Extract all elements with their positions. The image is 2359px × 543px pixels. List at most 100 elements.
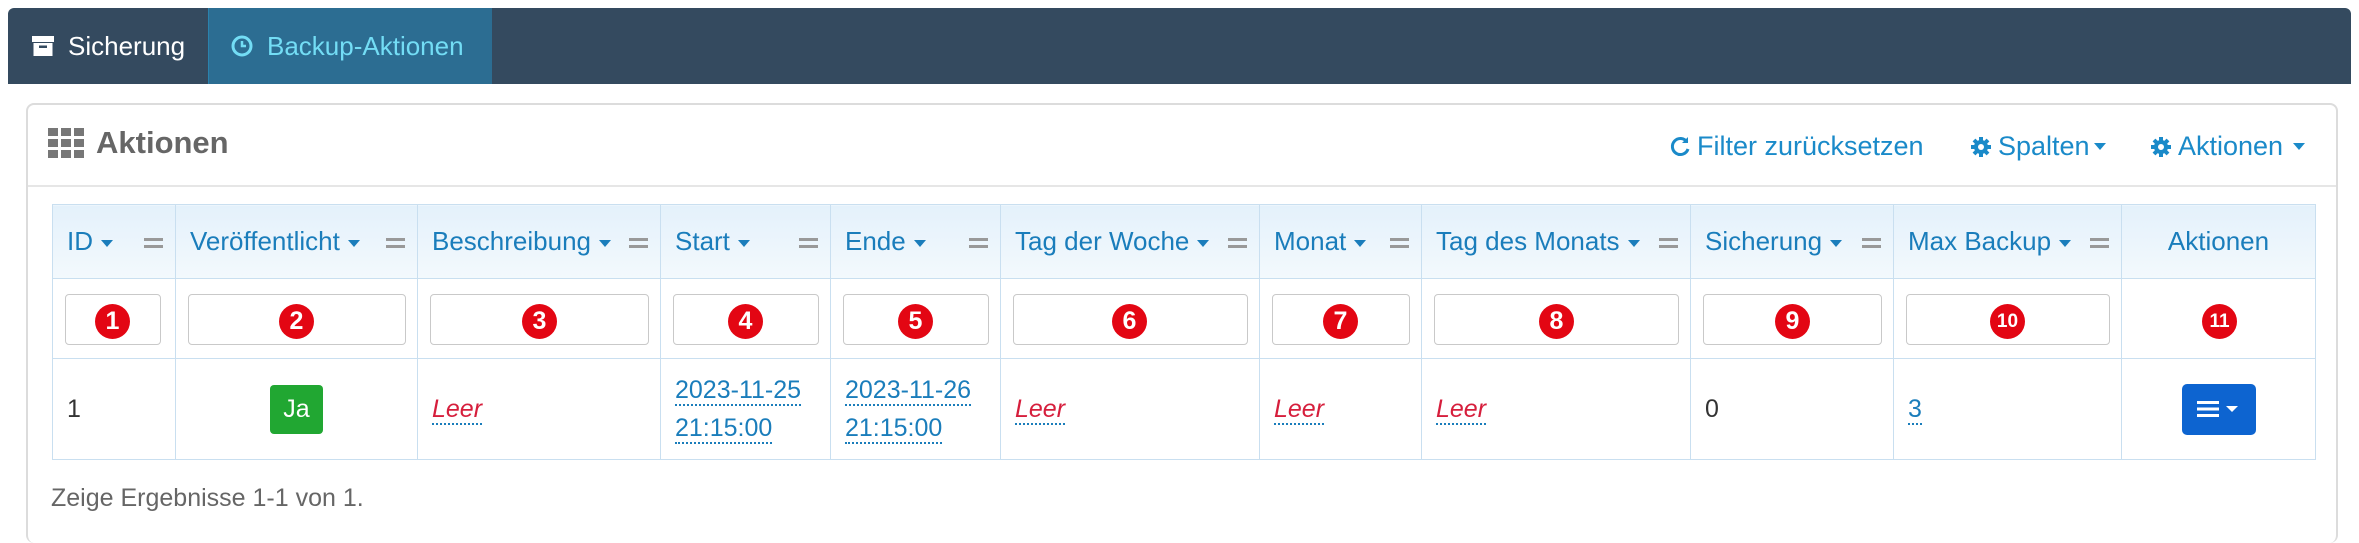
cell-max-backup: 3 [1893, 358, 2122, 460]
cell-month: Leer [1259, 358, 1422, 460]
column-header-max-backup[interactable]: Max Backup [1893, 204, 2122, 279]
filter-cell: 9 [1690, 278, 1894, 359]
editable-day-of-month[interactable]: Leer [1436, 394, 1487, 425]
drag-handle-icon[interactable] [969, 238, 988, 248]
drag-handle-icon[interactable] [2090, 238, 2109, 248]
filter-cell: 4 [660, 278, 831, 359]
column-header-id[interactable]: ID [52, 204, 176, 279]
filter-badge: 9 [1775, 304, 1810, 339]
tab-label: Backup-Aktionen [267, 30, 464, 61]
sort-caret-icon [599, 239, 611, 247]
table-row: 1 Ja Leer 2023-11-25 21:15:00 2023-11-26 2… [52, 358, 2316, 460]
filter-cell: 11 [2121, 278, 2316, 359]
column-header-start[interactable]: Start [660, 204, 831, 279]
header-row: ID Veröffentlicht Beschreibung Start End… [52, 204, 2316, 279]
editable-start-date[interactable]: 2023-11-25 [675, 376, 802, 406]
cell-id: 1 [52, 358, 176, 460]
editable-weekday[interactable]: Leer [1015, 394, 1066, 425]
reset-filter-button[interactable]: Filter zurücksetzen [1669, 131, 1924, 162]
grid-icon [48, 128, 84, 158]
column-header-description[interactable]: Beschreibung [417, 204, 661, 279]
editable-start-time[interactable]: 21:15:00 [675, 414, 773, 444]
drag-handle-icon[interactable] [1659, 238, 1678, 248]
filter-cell: 7 [1259, 278, 1422, 359]
actions-table: ID Veröffentlicht Beschreibung Start End… [52, 204, 2316, 460]
row-actions-button[interactable] [2181, 383, 2256, 435]
editable-end-time[interactable]: 21:15:00 [845, 414, 943, 444]
filter-badge: 3 [522, 304, 557, 339]
chevron-down-icon [2226, 406, 2238, 412]
column-header-actions: Aktionen [2121, 204, 2316, 279]
drag-handle-icon[interactable] [1228, 238, 1247, 248]
filter-cell: 6 [1000, 278, 1260, 359]
drag-handle-icon[interactable] [629, 238, 648, 248]
drag-handle-icon[interactable] [1862, 238, 1881, 248]
drag-handle-icon[interactable] [799, 238, 818, 248]
drag-handle-icon[interactable] [144, 238, 163, 248]
column-header-end[interactable]: Ende [830, 204, 1001, 279]
column-header-month[interactable]: Monat [1259, 204, 1422, 279]
drag-handle-icon[interactable] [386, 238, 405, 248]
filter-row: 1 2 3 4 5 6 7 8 9 10 11 [52, 278, 2316, 359]
filter-cell: 3 [417, 278, 661, 359]
filter-badge: 10 [1990, 304, 2025, 339]
menu-icon [2197, 401, 2219, 417]
filter-badge: 2 [279, 304, 314, 339]
reset-filter-label: Filter zurücksetzen [1697, 131, 1924, 161]
cell-actions [2121, 358, 2316, 460]
sort-caret-icon [2059, 239, 2072, 247]
cell-backup: 0 [1690, 358, 1894, 460]
filter-badge: 7 [1323, 304, 1358, 339]
filter-cell: 10 [1893, 278, 2122, 359]
tab-sicherung[interactable]: Sicherung [32, 8, 208, 84]
results-summary: Zeige Ergebnisse 1-1 von 1. [51, 484, 364, 512]
filter-badge: 1 [95, 304, 130, 339]
top-navigation: Sicherung Backup-Aktionen [8, 8, 2351, 84]
sort-caret-icon [101, 239, 113, 247]
cell-description: Leer [417, 358, 661, 460]
sort-caret-icon [1197, 239, 1210, 247]
chevron-down-icon [2093, 143, 2106, 150]
chevron-down-icon [2293, 143, 2306, 150]
filter-cell: 8 [1421, 278, 1691, 359]
gear-icon [2151, 136, 2171, 157]
editable-month[interactable]: Leer [1274, 394, 1325, 425]
cell-published: Ja [175, 358, 418, 460]
editable-end-date[interactable]: 2023-11-26 [845, 376, 972, 406]
drag-handle-icon[interactable] [1390, 238, 1409, 248]
column-header-weekday[interactable]: Tag der Woche [1000, 204, 1260, 279]
sort-caret-icon [347, 239, 360, 247]
actions-menu-button[interactable]: Aktionen [2150, 131, 2306, 162]
panel-title-text: Aktionen [96, 125, 229, 160]
sort-caret-icon [913, 239, 926, 247]
clock-icon [231, 35, 253, 57]
tab-backup-aktionen[interactable]: Backup-Aktionen [208, 8, 492, 84]
filter-badge: 4 [728, 304, 763, 339]
sort-caret-icon [737, 239, 750, 247]
columns-menu-button[interactable]: Spalten [1970, 131, 2106, 162]
filter-cell: 2 [175, 278, 418, 359]
tab-label: Sicherung [68, 30, 186, 61]
filter-cell: 5 [830, 278, 1001, 359]
cell-start: 2023-11-25 21:15:00 [660, 358, 831, 460]
column-header-backup[interactable]: Sicherung [1690, 204, 1894, 279]
refresh-icon [1670, 136, 1690, 156]
cell-weekday: Leer [1000, 358, 1260, 460]
cell-end: 2023-11-26 21:15:00 [830, 358, 1001, 460]
published-toggle-button[interactable]: Ja [270, 384, 323, 434]
sort-caret-icon [1354, 239, 1367, 247]
filter-badge: 11 [2202, 304, 2237, 339]
editable-max-backup[interactable]: 3 [1908, 395, 1922, 425]
filter-cell: 1 [52, 278, 176, 359]
filter-badge: 8 [1539, 304, 1574, 339]
filter-badge: 5 [898, 304, 933, 339]
sort-caret-icon [1830, 239, 1843, 247]
actions-menu-label: Aktionen [2178, 131, 2284, 161]
archive-icon [32, 36, 54, 56]
column-header-day-of-month[interactable]: Tag des Monats [1421, 204, 1691, 279]
actions-panel: Aktionen Filter zurücksetzen Spalten Akt… [26, 103, 2338, 543]
columns-menu-label: Spalten [1998, 131, 2090, 161]
column-header-published[interactable]: Veröffentlicht [175, 204, 418, 279]
editable-description[interactable]: Leer [432, 394, 483, 425]
sort-caret-icon [1627, 239, 1640, 247]
